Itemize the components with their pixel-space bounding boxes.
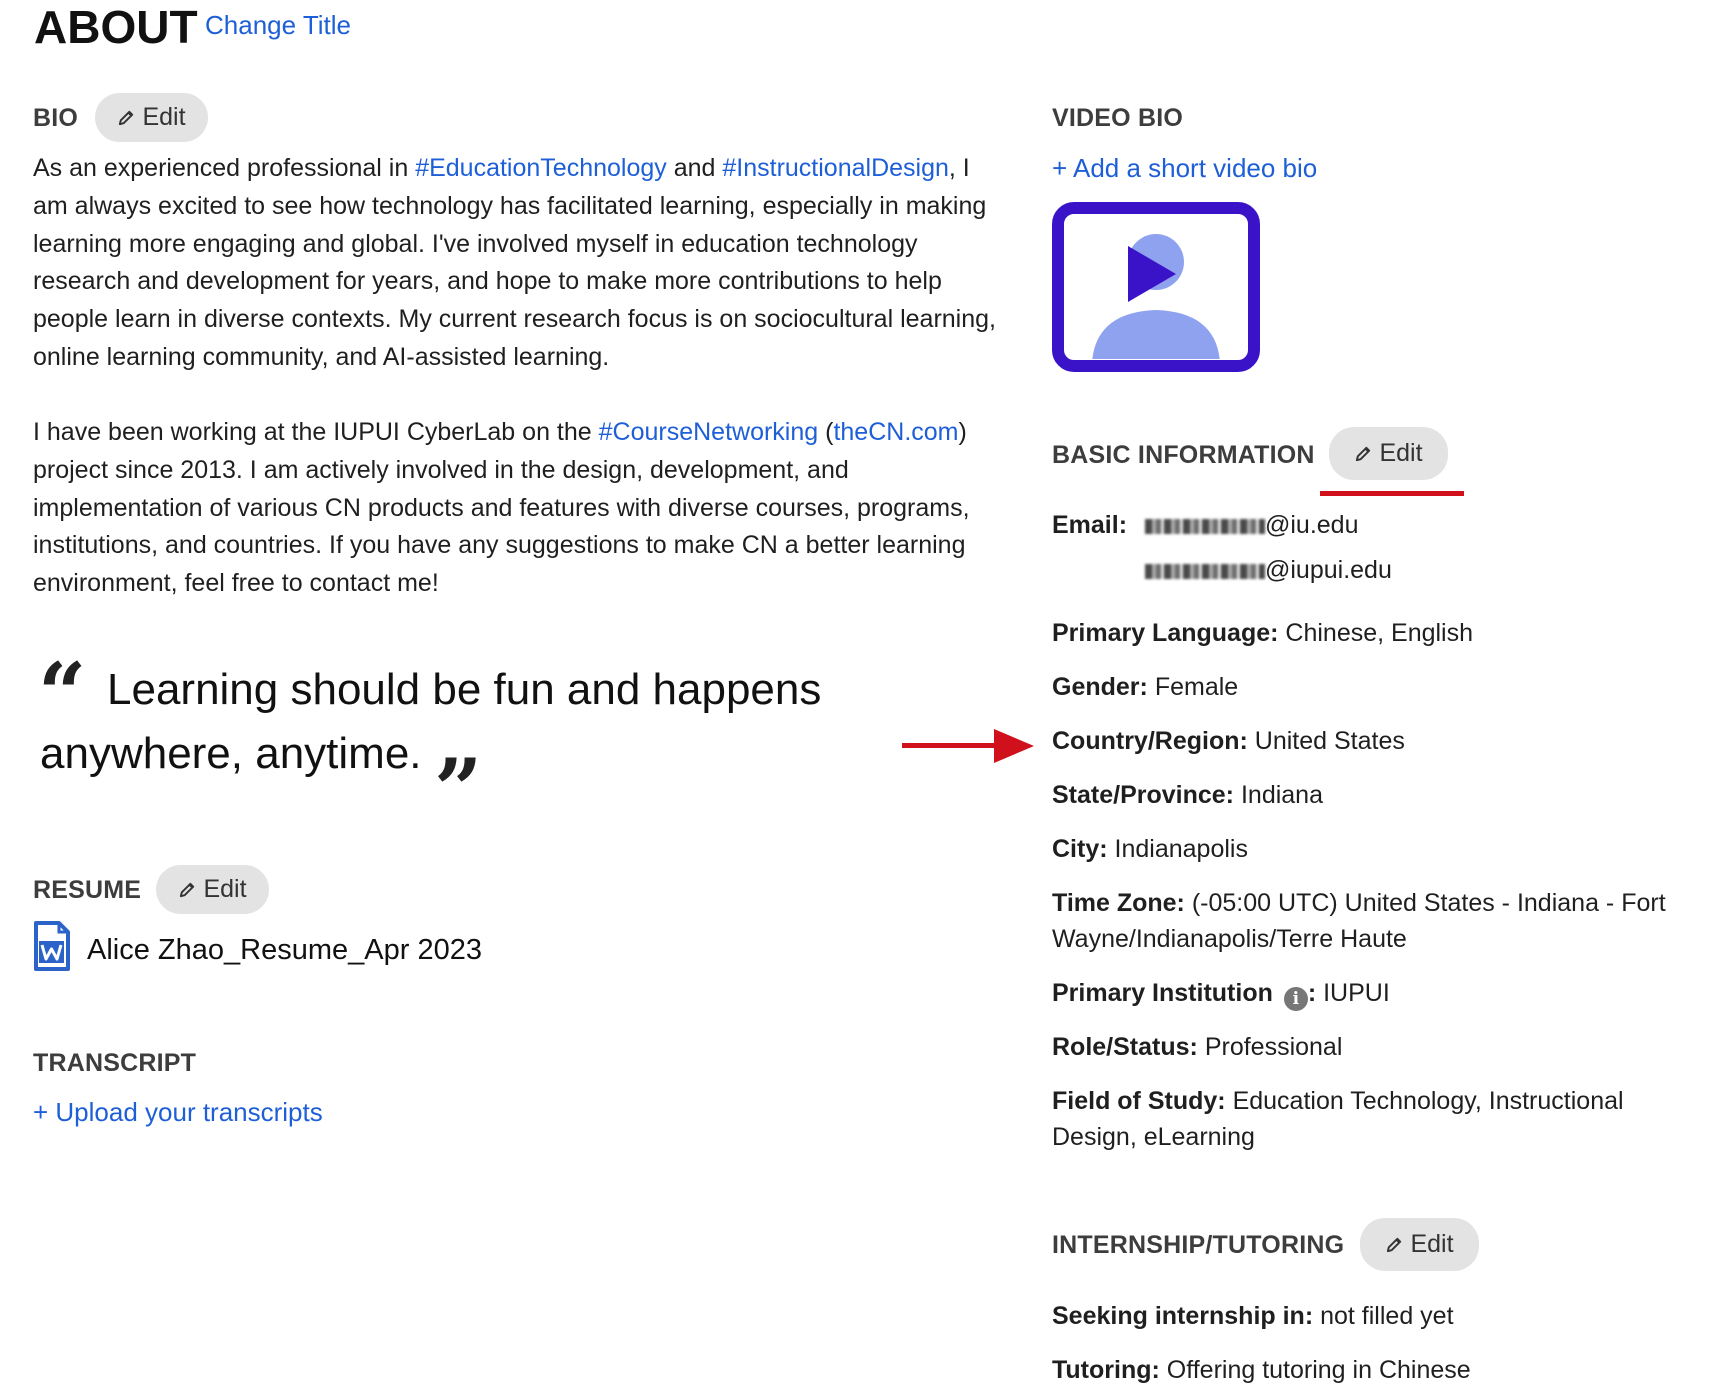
city-row: City: Indianapolis xyxy=(1052,831,1248,867)
role-value: Professional xyxy=(1204,1033,1343,1061)
pencil-icon xyxy=(180,882,195,898)
state-value: Indiana xyxy=(1240,781,1323,809)
bio-link[interactable]: #InstructionalDesign xyxy=(722,154,949,182)
bio-edit-label: Edit xyxy=(142,103,186,131)
transcript-section-title: TRANSCRIPT xyxy=(33,1049,197,1077)
timezone-row-continued: Wayne/Indianapolis/Terre Haute xyxy=(1052,921,1407,957)
email-1-domain: @iu.edu xyxy=(1265,511,1359,539)
bio-link[interactable]: #EducationTechnology xyxy=(415,154,667,182)
resume-file-item[interactable]: Alice Zhao_Resume_Apr 2023 xyxy=(33,920,503,976)
seeking-internship-label: Seeking internship in: xyxy=(1052,1302,1314,1330)
tutoring-value: Offering tutoring in Chinese xyxy=(1166,1356,1471,1384)
institution-label: Primary Institution xyxy=(1052,979,1273,1007)
country-row: Country/Region: United States xyxy=(1052,723,1405,759)
video-bio-section-title: VIDEO BIO xyxy=(1052,104,1183,132)
quote-line-2: anywhere, anytime. xyxy=(40,729,422,778)
seeking-internship-value: not filled yet xyxy=(1320,1302,1454,1330)
field-value-line-1: Education Technology, Instructional xyxy=(1232,1087,1624,1115)
info-icon[interactable]: i xyxy=(1283,987,1308,1011)
video-placeholder-icon xyxy=(1052,202,1260,372)
bio-link[interactable]: #CourseNetworking xyxy=(599,418,819,446)
basic-info-edit-label: Edit xyxy=(1379,439,1423,467)
bio-text: I have been working at the IUPUI CyberLa… xyxy=(33,418,599,446)
email-2: @iupui.edu xyxy=(1145,552,1392,588)
bio-text: , I am always excited to see how technol… xyxy=(33,154,996,371)
email-1: @iu.edu xyxy=(1145,507,1359,543)
add-video-bio-link[interactable]: + Add a short video bio xyxy=(1052,150,1317,186)
bio-link[interactable]: theCN.com xyxy=(833,418,958,446)
resume-edit-label: Edit xyxy=(203,875,247,903)
city-label: City: xyxy=(1052,835,1108,863)
country-label: Country/Region: xyxy=(1052,727,1248,755)
pencil-icon xyxy=(1387,1237,1402,1253)
city-value: Indianapolis xyxy=(1114,835,1248,863)
gender-label: Gender: xyxy=(1052,673,1148,701)
edit-underline-annotation xyxy=(1320,491,1464,496)
gender-row: Gender: Female xyxy=(1052,669,1238,705)
field-of-study-row: Field of Study: Education Technology, In… xyxy=(1052,1083,1624,1119)
primary-language-value: Chinese, English xyxy=(1285,619,1474,647)
field-label: Field of Study: xyxy=(1052,1087,1226,1115)
email-row: Email: xyxy=(1052,507,1127,543)
resume-edit-button[interactable]: Edit xyxy=(156,865,269,914)
timezone-value-line-1: (-05:00 UTC) United States - Indiana - F… xyxy=(1191,889,1666,917)
bio-text: ( xyxy=(818,418,834,446)
close-quote-icon: ” xyxy=(434,740,483,839)
bio-paragraph-2: I have been working at the IUPUI CyberLa… xyxy=(33,414,1008,603)
internship-edit-label: Edit xyxy=(1410,1230,1454,1258)
change-title-link[interactable]: Change Title xyxy=(205,8,351,42)
role-label: Role/Status: xyxy=(1052,1033,1198,1061)
bio-text: and xyxy=(666,154,723,182)
page-title: ABOUT xyxy=(34,1,198,53)
email-2-domain: @iupui.edu xyxy=(1265,556,1392,584)
tutoring-row: Tutoring: Offering tutoring in Chinese xyxy=(1052,1352,1471,1388)
internship-section-title: INTERNSHIP/TUTORING xyxy=(1052,1231,1345,1259)
redacted-email-2 xyxy=(1145,563,1265,579)
field-of-study-row-continued: Design, eLearning xyxy=(1052,1119,1255,1155)
pencil-icon xyxy=(1356,446,1371,462)
redacted-email-1 xyxy=(1145,518,1265,534)
primary-language-label: Primary Language: xyxy=(1052,619,1279,647)
resume-section-title: RESUME xyxy=(33,876,142,904)
institution-value: IUPUI xyxy=(1323,979,1390,1007)
state-label: State/Province: xyxy=(1052,781,1235,809)
gender-value: Female xyxy=(1154,673,1239,701)
timezone-row: Time Zone: (-05:00 UTC) United States - … xyxy=(1052,885,1666,921)
video-bio-placeholder[interactable] xyxy=(1052,202,1260,372)
primary-language-row: Primary Language: Chinese, English xyxy=(1052,615,1473,651)
bio-paragraph-1: As an experienced professional in #Educa… xyxy=(33,150,1008,377)
basic-info-edit-button[interactable]: Edit xyxy=(1329,427,1448,480)
timezone-value-line-2: Wayne/Indianapolis/Terre Haute xyxy=(1052,925,1407,953)
email-label: Email: xyxy=(1052,511,1128,539)
internship-edit-button[interactable]: Edit xyxy=(1360,1218,1479,1271)
arrow-annotation-icon xyxy=(902,729,1034,763)
country-value: United States xyxy=(1254,727,1405,755)
bio-text: As an experienced professional in xyxy=(33,154,416,182)
role-row: Role/Status: Professional xyxy=(1052,1029,1342,1065)
timezone-label: Time Zone: xyxy=(1052,889,1185,917)
tutoring-label: Tutoring: xyxy=(1052,1356,1160,1384)
bio-edit-button[interactable]: Edit xyxy=(95,93,208,142)
word-file-icon xyxy=(34,921,70,971)
resume-file-name: Alice Zhao_Resume_Apr 2023 xyxy=(87,934,482,966)
seeking-internship-row: Seeking internship in: not filled yet xyxy=(1052,1298,1454,1334)
basic-info-section-title: BASIC INFORMATION xyxy=(1052,441,1315,469)
pencil-icon xyxy=(119,110,134,126)
field-value-line-2: Design, eLearning xyxy=(1052,1123,1255,1151)
upload-transcripts-link[interactable]: + Upload your transcripts xyxy=(33,1094,323,1130)
quote-line-1: Learning should be fun and happens xyxy=(107,665,822,714)
state-row: State/Province: Indiana xyxy=(1052,777,1323,813)
institution-row: Primary Institution i: IUPUI xyxy=(1052,979,1390,1011)
bio-section-title: BIO xyxy=(33,104,79,132)
